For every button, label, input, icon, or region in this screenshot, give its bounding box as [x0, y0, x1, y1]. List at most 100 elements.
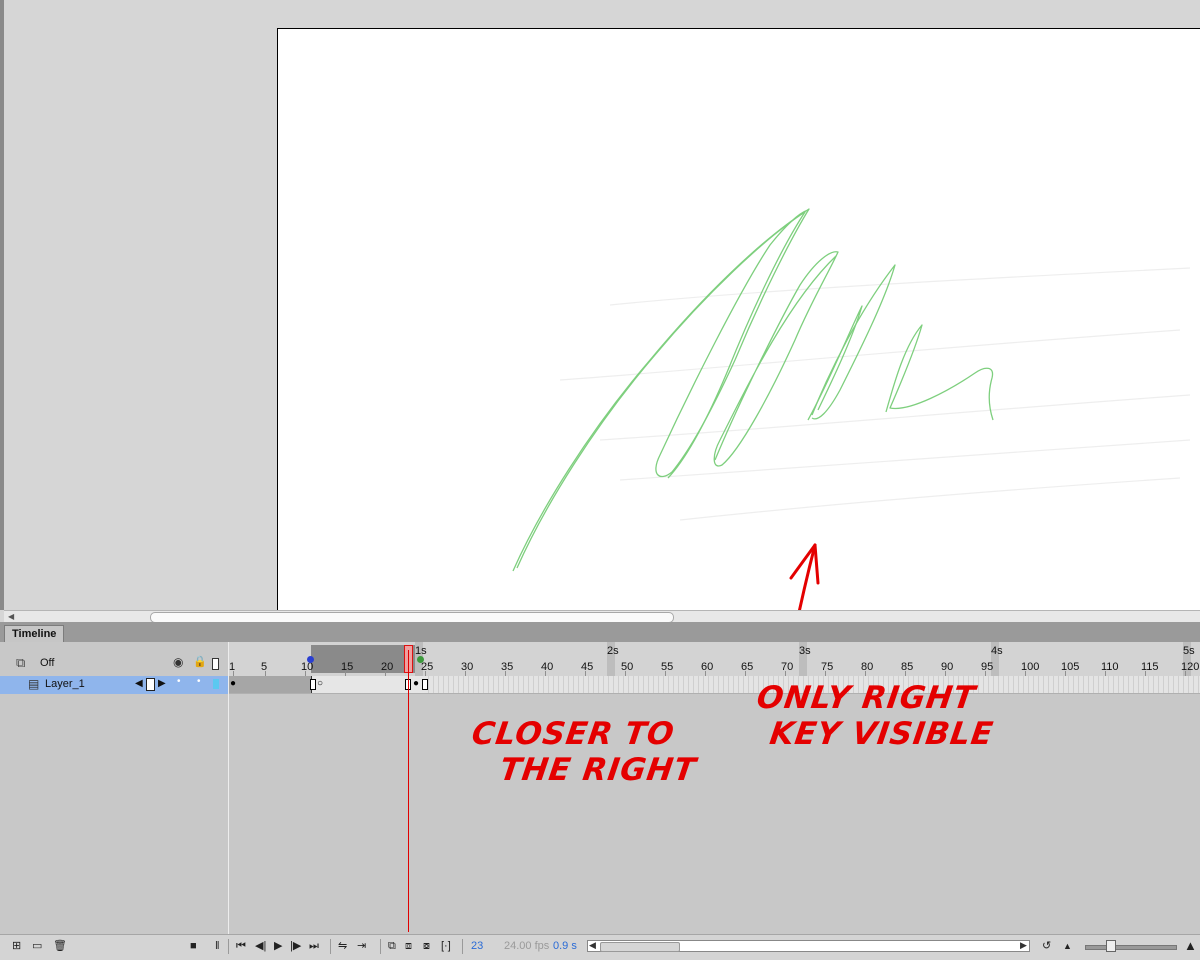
- ruler-frame-number: 65: [741, 661, 754, 673]
- second-label: 4s: [991, 645, 1003, 657]
- layer-row-layer-1[interactable]: ▤ Layer_1 ◀ ▶ • •: [0, 676, 228, 694]
- onion-end-marker[interactable]: [417, 656, 424, 663]
- drag-handle-icon[interactable]: ‖: [215, 938, 220, 954]
- zoom-small-icon[interactable]: ▲: [1063, 938, 1072, 954]
- lock-dot-icon[interactable]: •: [197, 676, 201, 687]
- current-frame-value[interactable]: 23: [471, 938, 483, 954]
- ruler-frame-number: 55: [661, 661, 674, 673]
- ruler-frame-number: 105: [1061, 661, 1080, 673]
- zoom-slider-track[interactable]: [1085, 945, 1177, 950]
- ruler-frame-number: 15: [341, 661, 354, 673]
- visibility-dot-icon[interactable]: •: [177, 676, 181, 687]
- ruler-frame-number: 50: [621, 661, 634, 673]
- ruler-frame-number: 95: [981, 661, 994, 673]
- eye-icon[interactable]: ◉: [173, 655, 183, 669]
- ruler-frame-number: 80: [861, 661, 874, 673]
- modify-markers-icon[interactable]: [·]: [441, 938, 451, 954]
- keyframe-toggle-icon[interactable]: [146, 678, 155, 691]
- timeline-scroll-thumb[interactable]: [600, 942, 680, 952]
- stage-canvas[interactable]: [277, 28, 1200, 610]
- onion-skin-icon[interactable]: ⧉: [16, 655, 25, 671]
- ruler-frame-number: 120: [1181, 661, 1200, 673]
- annotation-right-line2: KEY VISIBLE: [767, 716, 996, 752]
- second-label: 5s: [1183, 645, 1195, 657]
- keyframe-24[interactable]: ●: [413, 678, 419, 689]
- ruler-frame-number: 115: [1141, 661, 1159, 673]
- reset-zoom-icon[interactable]: ↺: [1042, 938, 1051, 954]
- panel-tab-bar: Timeline: [0, 622, 1200, 643]
- ruler-frame-number: 45: [581, 661, 594, 673]
- tab-timeline[interactable]: Timeline: [4, 625, 65, 643]
- onion-skin-label[interactable]: Off: [40, 657, 54, 669]
- frame-row-layer-1[interactable]: ● ○ ●: [229, 676, 1200, 694]
- step-back-icon[interactable]: ◀|: [255, 938, 266, 954]
- onion-skin-toggle-icon[interactable]: ⧉: [388, 938, 396, 954]
- stage-area: [0, 0, 1200, 610]
- layer-header: ⧉ Off ◉ 🔒: [0, 654, 228, 674]
- annotation-left-line1: CLOSER TO: [469, 716, 677, 752]
- timeline-horizontal-scrollbar[interactable]: ◀ ▶: [587, 940, 1030, 952]
- outline-icon[interactable]: [212, 658, 219, 670]
- scroll-right-icon[interactable]: ▶: [1020, 940, 1027, 951]
- zoom-slider-thumb[interactable]: [1106, 940, 1116, 952]
- playhead-line[interactable]: [408, 650, 409, 932]
- ruler-frame-number: 100: [1021, 661, 1040, 673]
- camera-icon[interactable]: ■: [190, 938, 197, 954]
- second-label: 3s: [799, 645, 811, 657]
- scroll-left-icon[interactable]: ◀: [589, 940, 596, 951]
- ruler-frame-number: 90: [941, 661, 954, 673]
- ruler-frame-number: 20: [381, 661, 394, 673]
- scroll-left-arrow-icon[interactable]: ◀: [8, 611, 14, 622]
- prev-keyframe-icon[interactable]: ◀: [135, 678, 143, 689]
- layer-type-icon: ▤: [28, 677, 40, 691]
- timeline-toolbar: ⊞ ▭ 🗑 ■ ‖ ⏮ ◀| ▶ |▶ ⏭ ⇋ ⇥ ⧉ ⧈ ⧇ [·] 23 2…: [0, 934, 1200, 960]
- onion-outline-icon[interactable]: ⧈: [405, 938, 412, 954]
- keyframe-1[interactable]: ●: [230, 678, 236, 689]
- go-to-first-frame-icon[interactable]: ⏮: [236, 938, 246, 954]
- onion-start-marker[interactable]: [307, 656, 314, 663]
- toolbar-divider: [462, 939, 463, 954]
- stage-horizontal-scrollbar[interactable]: ◀: [4, 610, 1200, 623]
- ruler-frame-number: 1: [229, 661, 236, 673]
- frame-span-1-10[interactable]: [229, 676, 312, 693]
- toolbar-divider: [380, 939, 381, 954]
- ruler-frame-number: 110: [1101, 661, 1119, 673]
- frame-span-10-22[interactable]: [312, 676, 407, 693]
- annotation-left-line2: THE RIGHT: [497, 752, 699, 788]
- end-frame-25[interactable]: [422, 679, 428, 690]
- toolbar-divider: [228, 939, 229, 954]
- new-layer-icon[interactable]: ⊞: [12, 938, 21, 954]
- lock-icon[interactable]: 🔒: [193, 655, 207, 668]
- left-panel-edge: [0, 0, 4, 610]
- delete-layer-icon[interactable]: 🗑: [53, 938, 67, 954]
- go-to-last-frame-icon[interactable]: ⏭: [309, 938, 319, 954]
- center-frame-icon[interactable]: ⇥: [357, 938, 366, 954]
- ruler-frame-number: 75: [821, 661, 834, 673]
- timeline-ruler[interactable]: 1s 2s 3s 4s 5s 1 5 10 15 20 25 30 35 40 45 50 55 60 65 70 75…: [229, 642, 1200, 676]
- elapsed-time-value[interactable]: 0.9 s: [553, 938, 577, 954]
- blank-keyframe-11[interactable]: ○: [317, 678, 323, 689]
- layer-color-swatch[interactable]: [213, 679, 219, 689]
- annotation-right-line1: ONLY RIGHT: [754, 680, 978, 716]
- play-icon[interactable]: ▶: [274, 938, 282, 954]
- timeline-panel: ⧉ Off ◉ 🔒 ▤ Layer_1 ◀ ▶ • • 1s 2s 3s 4s 5s 1 5…: [0, 642, 1200, 934]
- loop-icon[interactable]: ⇋: [338, 938, 347, 954]
- new-folder-icon[interactable]: ▭: [32, 938, 42, 954]
- frames-area[interactable]: 1s 2s 3s 4s 5s 1 5 10 15 20 25 30 35 40 45 50 55 60 65 70 75…: [229, 642, 1200, 934]
- edit-multiple-frames-icon[interactable]: ⧇: [423, 938, 430, 954]
- layer-name[interactable]: Layer_1: [45, 678, 85, 690]
- ruler-frame-number: 30: [461, 661, 474, 673]
- ruler-frame-number: 60: [701, 661, 714, 673]
- onion-skin-range[interactable]: [311, 645, 419, 673]
- next-keyframe-icon[interactable]: ▶: [158, 678, 166, 689]
- ruler-frame-number: 40: [541, 661, 554, 673]
- end-frame-10[interactable]: [310, 679, 316, 690]
- zoom-large-icon[interactable]: ▲: [1184, 938, 1197, 954]
- frame-rate-value[interactable]: 24.00 fps: [504, 938, 549, 954]
- second-label: 2s: [607, 645, 619, 657]
- ruler-frame-number: 85: [901, 661, 914, 673]
- step-forward-icon[interactable]: |▶: [290, 938, 301, 954]
- ruler-frame-number: 25: [421, 661, 434, 673]
- layer-column: ⧉ Off ◉ 🔒 ▤ Layer_1 ◀ ▶ • •: [0, 642, 229, 934]
- ruler-frame-number: 70: [781, 661, 794, 673]
